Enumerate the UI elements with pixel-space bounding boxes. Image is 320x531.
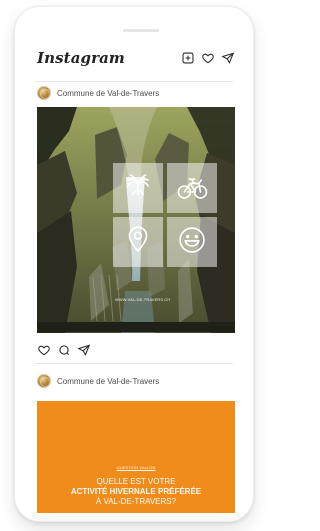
tile	[167, 217, 217, 267]
post-header: Commune de Val-de-Travers	[37, 373, 239, 389]
stage: Instagram Commune de Val-de-Travers WWW.…	[0, 0, 268, 531]
phone-notch	[123, 29, 159, 32]
post-divider	[35, 363, 233, 364]
tile-grid	[113, 163, 223, 273]
account-name[interactable]: Commune de Val-de-Travers	[57, 377, 159, 386]
comment-icon[interactable]	[57, 343, 71, 357]
tile	[167, 163, 217, 213]
instagram-logo: Instagram	[37, 49, 125, 67]
question-line-1: QUELLE EST VOTRE	[96, 477, 176, 486]
bicycle-icon	[175, 169, 209, 208]
header-divider	[35, 81, 233, 82]
new-post-icon[interactable]	[181, 51, 195, 65]
location-pin-icon	[121, 223, 155, 262]
tile	[113, 217, 163, 267]
header-actions	[181, 51, 235, 65]
send-icon[interactable]	[77, 343, 91, 357]
question-line-2: ACTIVITÉ HIVERNALE PRÉFÉRÉE	[70, 487, 202, 496]
question-line-3: À VAL-DE-TRAVERS?	[95, 497, 177, 506]
image-url-text: WWW.VAL-DE-TRAVERS.CH	[115, 297, 171, 302]
post-image: QUESTION VALLON QUELLE EST VOTRE ACTIVIT…	[37, 401, 235, 513]
question-label: QUESTION VALLON	[116, 465, 156, 470]
avatar[interactable]	[37, 86, 51, 100]
avatar[interactable]	[37, 374, 51, 388]
smiley-icon	[175, 223, 209, 262]
phone-bottom-shadow	[33, 514, 235, 521]
heart-icon[interactable]	[37, 343, 51, 357]
post-actions	[37, 343, 91, 357]
absinthe-flower-icon	[121, 169, 155, 208]
phone-mockup: Instagram Commune de Val-de-Travers WWW.…	[14, 6, 254, 522]
send-icon[interactable]	[221, 51, 235, 65]
account-name[interactable]: Commune de Val-de-Travers	[57, 89, 159, 98]
instagram-header: Instagram	[15, 45, 253, 75]
heart-icon[interactable]	[201, 51, 215, 65]
tile	[113, 163, 163, 213]
post-header: Commune de Val-de-Travers	[37, 85, 239, 101]
post-image: WWW.VAL-DE-TRAVERS.CH	[37, 107, 235, 333]
